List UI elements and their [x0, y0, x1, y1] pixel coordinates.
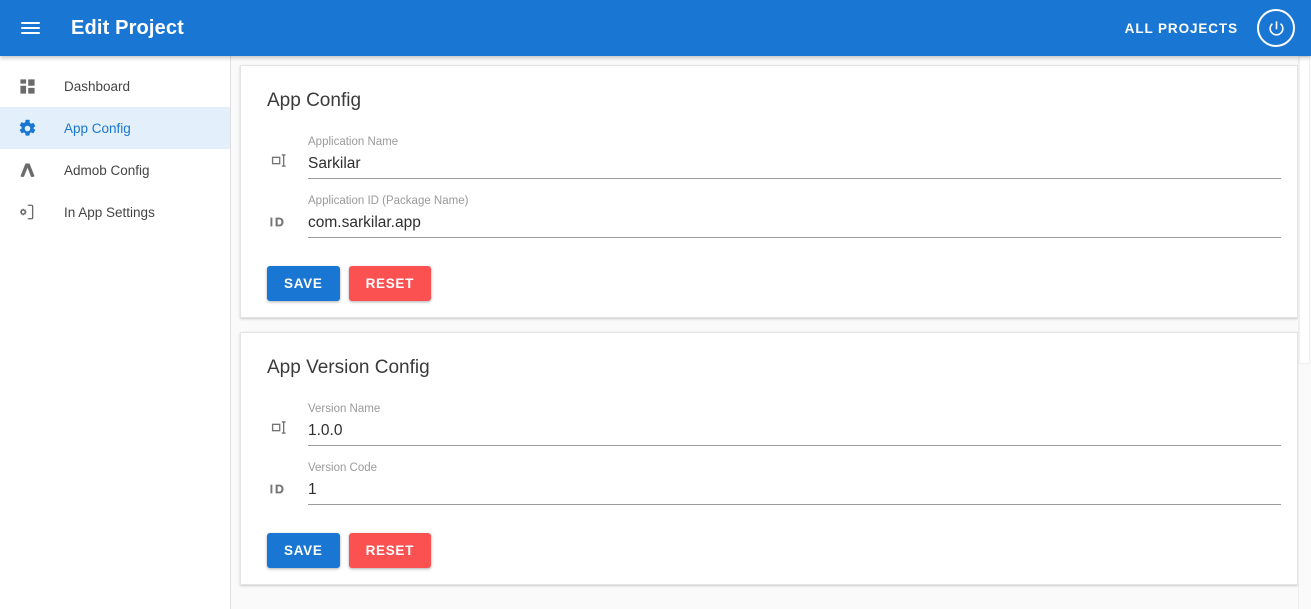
id-icon [267, 482, 293, 505]
gear-icon [14, 119, 40, 138]
sidebar-item-label: Dashboard [64, 78, 131, 94]
save-button[interactable]: SAVE [267, 266, 340, 301]
hamburger-menu-button[interactable] [10, 8, 50, 48]
application-name-input[interactable]: Sarkilar [308, 153, 1281, 174]
sidebar-navigation: Dashboard App Config Admob Config In App… [0, 56, 231, 609]
sidebar-item-label: In App Settings [64, 204, 155, 220]
dashboard-icon [14, 78, 40, 95]
vertical-scrollbar-thumb[interactable] [1299, 56, 1310, 364]
sidebar-item-in-app-settings[interactable]: In App Settings [0, 191, 230, 233]
admob-icon [14, 161, 40, 180]
version-code-field-row: Version Code 1 [267, 450, 1281, 505]
app-config-button-row: SAVE RESET [267, 266, 1281, 301]
version-name-input-wrapper[interactable]: Version Name 1.0.0 [308, 402, 1281, 446]
card-title: App Config [267, 90, 362, 111]
version-name-input[interactable]: 1.0.0 [308, 420, 1281, 441]
sidebar-item-app-config[interactable]: App Config [0, 107, 230, 149]
reset-button[interactable]: RESET [348, 266, 432, 301]
card-title: App Version Config [267, 357, 430, 378]
app-config-card: App Config Application Name Sarkilar App… [240, 65, 1298, 318]
page-title: Edit Project [71, 16, 184, 39]
title-icon [267, 151, 293, 179]
power-icon [1268, 20, 1284, 36]
phone-settings-icon [14, 203, 40, 221]
logout-button[interactable] [1257, 9, 1295, 47]
app-version-config-card: App Version Config Version Name 1.0.0 Ve… [240, 332, 1298, 585]
hamburger-menu-icon [20, 20, 40, 36]
version-code-label: Version Code [308, 462, 378, 474]
application-name-input-wrapper[interactable]: Application Name Sarkilar [308, 135, 1281, 179]
application-id-input[interactable]: com.sarkilar.app [308, 212, 1281, 233]
application-name-field-row: Application Name Sarkilar [267, 124, 1281, 179]
application-id-label: Application ID (Package Name) [308, 195, 469, 207]
application-name-label: Application Name [308, 136, 399, 148]
vertical-scrollbar[interactable] [1298, 56, 1311, 609]
sidebar-item-admob-config[interactable]: Admob Config [0, 149, 230, 191]
version-code-input[interactable]: 1 [308, 479, 1281, 500]
application-id-field-row: Application ID (Package Name) com.sarkil… [267, 183, 1281, 238]
application-id-input-wrapper[interactable]: Application ID (Package Name) com.sarkil… [308, 194, 1281, 238]
id-icon [267, 215, 293, 238]
app-bar: Edit Project ALL PROJECTS [0, 0, 1311, 56]
all-projects-button[interactable]: ALL PROJECTS [1117, 13, 1246, 44]
main-content: App Config Application Name Sarkilar App… [231, 56, 1311, 609]
sidebar-item-label: App Config [64, 120, 131, 136]
version-name-field-row: Version Name 1.0.0 [267, 391, 1281, 446]
app-version-config-button-row: SAVE RESET [267, 533, 1281, 568]
title-icon [267, 418, 293, 446]
sidebar-item-dashboard[interactable]: Dashboard [0, 65, 230, 107]
version-code-input-wrapper[interactable]: Version Code 1 [308, 461, 1281, 505]
reset-button[interactable]: RESET [348, 533, 432, 568]
save-button[interactable]: SAVE [267, 533, 340, 568]
version-name-label: Version Name [308, 403, 381, 415]
sidebar-item-label: Admob Config [64, 162, 150, 178]
